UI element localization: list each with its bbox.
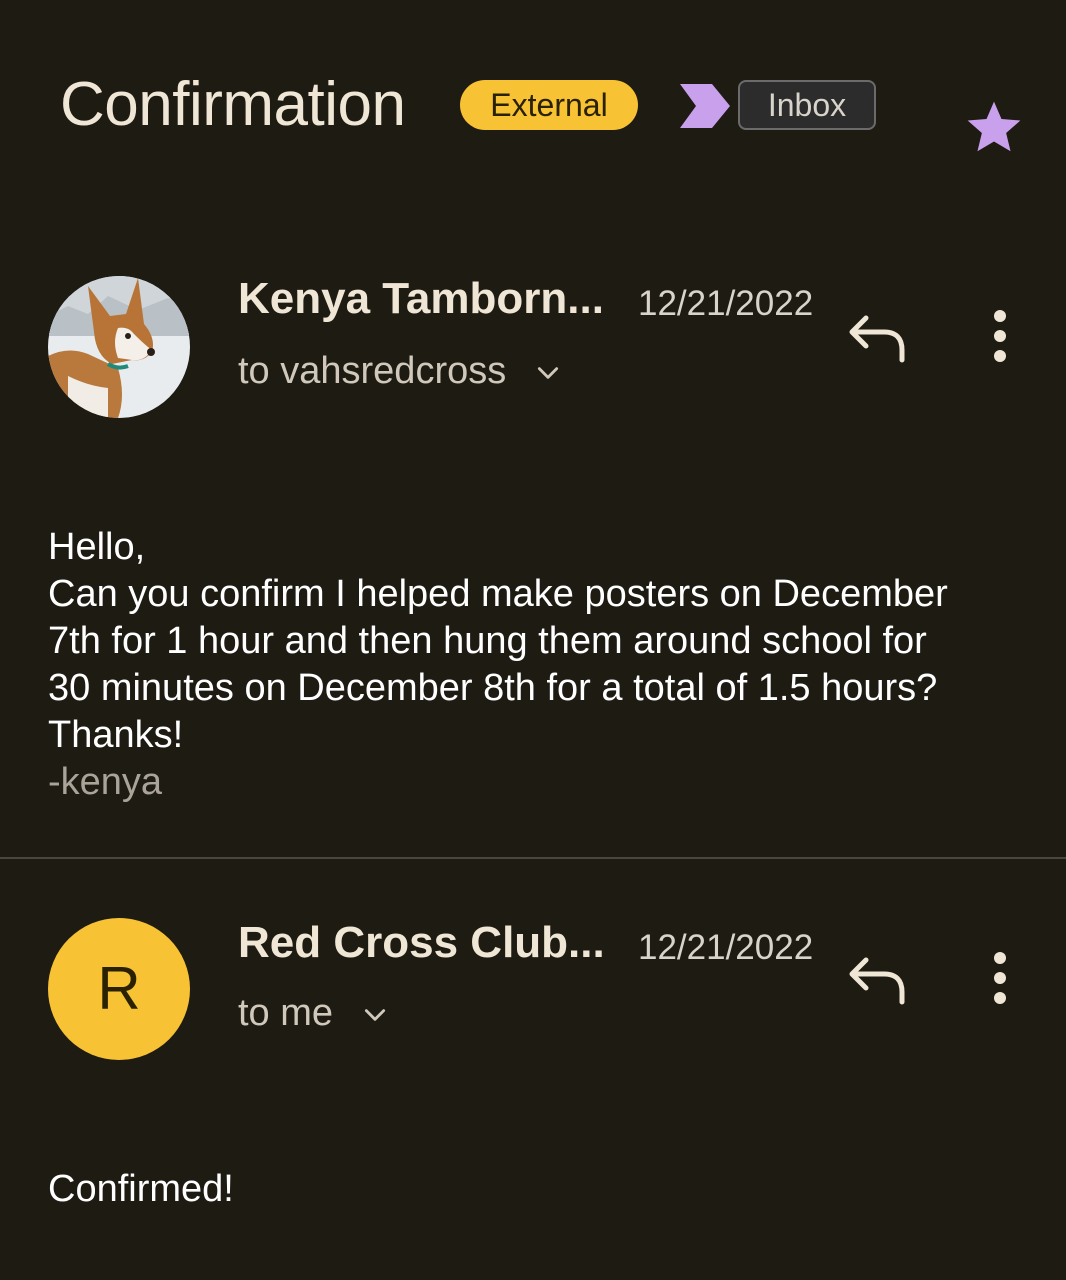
- body-line: Thanks!: [48, 714, 184, 756]
- importance-marker-icon[interactable]: [680, 84, 730, 128]
- signature: -kenya: [48, 761, 163, 803]
- chevron-down-icon: [364, 1009, 385, 1021]
- avatar[interactable]: [48, 276, 190, 418]
- subject-title: Confirmation: [60, 70, 406, 139]
- divider: [0, 857, 1066, 859]
- reply-icon[interactable]: [846, 954, 908, 1008]
- dog-photo-avatar: [48, 276, 190, 418]
- message-body: Confirmed!: [48, 1166, 1028, 1213]
- reply-icon[interactable]: [846, 312, 908, 366]
- star-icon[interactable]: [962, 96, 1026, 158]
- message-body: Hello, Can you confirm I helped make pos…: [48, 524, 1028, 806]
- sender-name[interactable]: Red Cross Club...: [238, 918, 605, 968]
- body-line: Can you confirm I helped make posters on…: [48, 573, 948, 615]
- body-line: Confirmed!: [48, 1168, 234, 1210]
- recipients-toggle[interactable]: to me: [238, 992, 388, 1035]
- external-badge: External: [460, 80, 638, 130]
- message-date: 12/21/2022: [638, 928, 814, 967]
- body-line: 30 minutes on December 8th for a total o…: [48, 667, 938, 709]
- body-line: Hello,: [48, 526, 146, 568]
- recipients-toggle[interactable]: to vahsredcross: [238, 350, 561, 393]
- avatar[interactable]: R: [48, 918, 190, 1060]
- more-vert-icon[interactable]: [980, 948, 1020, 1008]
- body-line: 7th for 1 hour and then hung them around…: [48, 620, 927, 662]
- more-vert-icon[interactable]: [980, 306, 1020, 366]
- recipients-text: to me: [238, 992, 334, 1034]
- recipients-text: to vahsredcross: [238, 350, 507, 392]
- sender-name[interactable]: Kenya Tamborn...: [238, 274, 604, 324]
- inbox-label[interactable]: Inbox: [738, 80, 876, 130]
- message-date: 12/21/2022: [638, 284, 814, 323]
- chevron-down-icon: [537, 367, 558, 379]
